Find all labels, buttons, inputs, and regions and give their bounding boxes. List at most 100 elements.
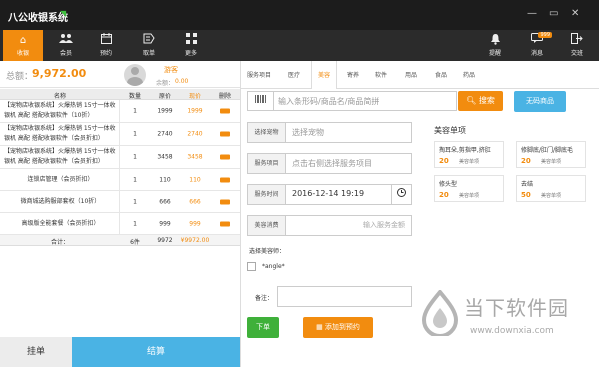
delete-button[interactable] xyxy=(210,176,240,183)
member-card[interactable]: 游客 余额： 0.00 xyxy=(120,62,240,88)
search-input[interactable]: 输入条形码/商品名/商品简拼 xyxy=(278,96,379,107)
watermark-logo-icon xyxy=(421,290,459,336)
toolbar-take-order[interactable]: 取单 xyxy=(129,30,169,61)
tab-grooming[interactable]: 美容 xyxy=(311,61,338,89)
tab-supplies[interactable]: 用品 xyxy=(405,70,417,79)
watermark-text: 当下软件园 xyxy=(464,296,569,320)
toolbar-cashier[interactable]: ⌂ 收银 xyxy=(3,30,43,61)
clock-icon[interactable] xyxy=(391,185,411,204)
calendar-icon xyxy=(86,30,126,46)
tab-software[interactable]: 软件 xyxy=(375,70,387,79)
fee-label: 美容消费 xyxy=(248,216,286,235)
footer-price: ¥9972.00 xyxy=(180,237,210,244)
service-category: 美容单项 xyxy=(459,193,480,199)
service-name: 修脚底/肛门/脚底毛 xyxy=(521,147,574,154)
table-row[interactable]: 【宠物店收银系统】火爆热销 15寸一体收银机 高配 搭配收银软件（10折） 1 … xyxy=(0,100,240,123)
minimize-button[interactable]: — xyxy=(527,8,537,19)
delete-icon xyxy=(220,221,230,226)
total-label: 总额： xyxy=(6,72,34,82)
tab-medical[interactable]: 医疗 xyxy=(288,70,300,79)
table-row[interactable]: 高级版全能套餐（会员折扣） 1 999 999 xyxy=(0,213,240,235)
row-qty[interactable]: 1 xyxy=(120,108,150,115)
toolbar-handover[interactable]: 交班 xyxy=(557,30,597,61)
delete-button[interactable] xyxy=(210,220,240,227)
toolbar-more[interactable]: 更多 xyxy=(171,30,211,61)
service-category: 美容单项 xyxy=(541,193,562,199)
row-qty[interactable]: 1 xyxy=(120,220,150,227)
row-price[interactable]: 1999 xyxy=(180,108,210,115)
service-card[interactable]: 去结 50 美容单项 xyxy=(516,175,586,202)
row-price[interactable]: 110 xyxy=(180,176,210,183)
toolbar-handover-label: 交班 xyxy=(570,50,583,57)
row-price[interactable]: 666 xyxy=(180,198,210,205)
tab-services[interactable]: 服务项目 xyxy=(247,70,271,79)
hang-order-button[interactable]: 挂单 xyxy=(0,337,72,367)
header-qty: 数量 xyxy=(128,93,141,100)
toolbar-members-label: 会员 xyxy=(59,50,72,57)
tab-medicine[interactable]: 药品 xyxy=(463,70,475,79)
tab-boarding[interactable]: 寄养 xyxy=(347,70,359,79)
groomer-checkbox[interactable] xyxy=(247,262,256,271)
row-qty[interactable]: 1 xyxy=(120,131,150,138)
service-placeholder: 点击右侧选择服务项目 xyxy=(292,159,372,168)
search-button[interactable]: 🔍︎ 搜索 xyxy=(458,91,503,111)
search-box[interactable]: 输入条形码/商品名/商品简拼 xyxy=(247,91,457,111)
service-card[interactable]: 修头型 20 美容单项 xyxy=(434,175,504,202)
delete-icon xyxy=(220,108,230,114)
settle-button[interactable]: 结算 xyxy=(72,337,240,367)
header-name: 名称 xyxy=(53,93,66,100)
row-price[interactable]: 3458 xyxy=(180,154,210,161)
service-name: 修头型 xyxy=(439,181,458,188)
service-card[interactable]: 修脚底/肛门/脚底毛 20 美容单项 xyxy=(516,141,586,168)
remark-input[interactable] xyxy=(277,286,412,307)
service-category: 美容单项 xyxy=(459,159,480,165)
row-price[interactable]: 999 xyxy=(180,220,210,227)
toolbar-messages[interactable]: 999 消息 xyxy=(517,30,557,61)
toolbar-members[interactable]: 会员 xyxy=(46,30,86,61)
service-category: 美容单项 xyxy=(541,159,562,165)
delete-button[interactable] xyxy=(210,198,240,205)
row-qty[interactable]: 1 xyxy=(120,154,150,161)
table-row[interactable]: 连锁店管理（会员折扣） 1 110 110 xyxy=(0,169,240,191)
place-order-button[interactable]: 下单 xyxy=(247,317,279,338)
delete-button[interactable] xyxy=(210,131,240,138)
fee-input[interactable]: 输入服务金额 xyxy=(363,220,405,230)
search-icon: 🔍︎ xyxy=(466,96,477,105)
service-label: 服务项目 xyxy=(248,154,286,173)
delete-button[interactable] xyxy=(210,108,240,115)
toolbar-reminder-label: 提醒 xyxy=(488,50,501,57)
app-title: 八公收银系统 xyxy=(8,13,68,24)
table-row[interactable]: 微商城选购服部套权（10折） 1 666 666 xyxy=(0,191,240,213)
members-icon xyxy=(46,30,86,46)
message-count-badge: 999 xyxy=(538,32,552,38)
table-row[interactable]: 【宠物店收银系统】火爆热销 15寸一体收银机 高配 搭配收银软件（会员折扣） 1… xyxy=(0,146,240,169)
header-orig: 原价 xyxy=(158,93,171,100)
bell-icon xyxy=(475,30,515,46)
service-time-field[interactable]: 服务时间 2016-12-14 19:19 xyxy=(247,184,412,205)
home-icon: ⌂ xyxy=(19,35,27,46)
row-name: 【宠物店收银系统】火爆热销 15寸一体收银机 高配 搭配收银软件（会员折扣） xyxy=(0,146,120,168)
row-qty[interactable]: 1 xyxy=(120,198,150,205)
toolbar-appointment[interactable]: 预约 xyxy=(86,30,126,61)
add-to-appointment-button[interactable]: ▦ 添加到预约 xyxy=(303,317,373,338)
tab-food[interactable]: 食品 xyxy=(435,70,447,79)
grooming-fee-field[interactable]: 美容消费 输入服务金额 xyxy=(247,215,412,236)
search-button-label: 搜索 xyxy=(478,96,495,105)
no-code-product-button[interactable]: 无码商品 xyxy=(514,91,566,112)
row-price[interactable]: 2740 xyxy=(180,131,210,138)
service-select[interactable]: 服务项目 点击右侧选择服务项目 xyxy=(247,153,412,174)
time-value[interactable]: 2016-12-14 19:19 xyxy=(292,189,364,198)
close-button[interactable]: ✕ xyxy=(571,8,579,19)
barcode-icon xyxy=(248,92,274,110)
table-row[interactable]: 【宠物店收银系统】火爆热销 15寸一体收银机 高配 搭配收银软件（会员折扣） 1… xyxy=(0,123,240,146)
delete-button[interactable] xyxy=(210,154,240,161)
restore-button[interactable]: ▭ xyxy=(549,8,558,19)
header-delete: 删除 xyxy=(218,93,231,100)
title-bar: 八公收银系统 ◥ — ▭ ✕ xyxy=(0,0,599,30)
member-balance-value: 0.00 xyxy=(175,78,189,85)
pet-select[interactable]: 选择宠物 选择宠物 xyxy=(247,122,412,143)
member-balance-label: 余额： xyxy=(156,80,175,87)
row-qty[interactable]: 1 xyxy=(120,176,150,183)
toolbar-reminder[interactable]: 提醒 xyxy=(475,30,515,61)
service-card[interactable]: 掏耳朵,剪指甲,挤肛 20 美容单项 xyxy=(434,141,504,168)
